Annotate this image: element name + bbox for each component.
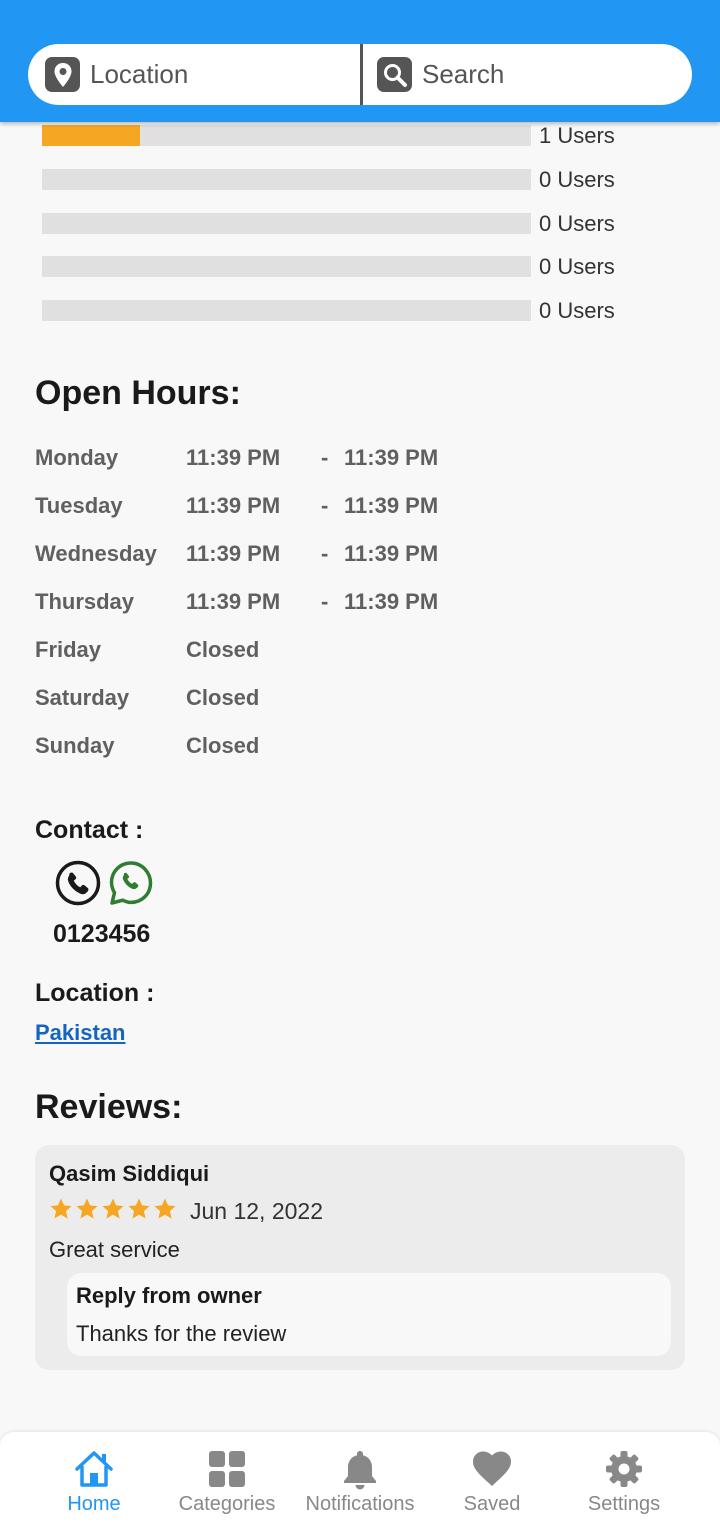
review-date: Jun 12, 2022 (190, 1198, 324, 1224)
hours-close: 11:39 PM (344, 541, 439, 566)
location-label: Location (90, 59, 189, 89)
reply-text: Thanks for the review (76, 1321, 287, 1346)
search-field[interactable]: Search (363, 44, 692, 105)
bell-icon (344, 1451, 376, 1490)
reviews-title: Reviews: (35, 1088, 183, 1126)
hours-open: 11:39 PM (186, 493, 281, 518)
hours-dash: - (321, 541, 329, 566)
rating-count: 0 Users (539, 167, 615, 192)
star-icon (50, 1198, 72, 1219)
phone-number: 0123456 (53, 920, 151, 948)
rating-bar-track (42, 213, 531, 234)
nav-label: Notifications (305, 1493, 415, 1515)
reviewer-name: Qasim Siddiqui (49, 1161, 210, 1186)
location-title: Location : (35, 979, 155, 1007)
hours-open: Closed (186, 637, 260, 662)
review-card: Qasim Siddiqui Jun 12, 2022 Great servic… (35, 1145, 685, 1370)
nav-saved[interactable]: Saved (426, 1432, 558, 1529)
rating-bar-row: 0 Users (42, 298, 642, 323)
location-pin-icon (45, 57, 80, 92)
hours-open: Closed (186, 685, 260, 710)
rating-count: 0 Users (539, 211, 615, 236)
hours-day: Saturday (35, 685, 130, 710)
search-bar: Location Search (28, 44, 692, 105)
hours-open: 11:39 PM (186, 445, 281, 470)
hours-day: Sunday (35, 733, 115, 758)
rating-bar-track (42, 125, 531, 146)
phone-call-icon[interactable] (55, 860, 101, 906)
rating-count: 1 Users (539, 123, 615, 148)
contact-title: Contact : (35, 816, 144, 844)
nav-label: Settings (587, 1493, 661, 1515)
hours-day: Tuesday (35, 493, 123, 518)
hours-close: 11:39 PM (344, 589, 439, 614)
hours-day: Wednesday (35, 541, 157, 566)
search-label: Search (422, 59, 505, 89)
rating-bar-fill (42, 125, 140, 146)
nav-settings[interactable]: Settings (558, 1432, 690, 1529)
nav-label: Categories (178, 1493, 276, 1515)
open-hours-title: Open Hours: (35, 374, 241, 412)
heart-icon (473, 1451, 511, 1486)
whatsapp-icon[interactable] (108, 860, 154, 906)
nav-label: Saved (463, 1493, 521, 1515)
grid-icon (209, 1451, 245, 1487)
nav-label: Home (67, 1493, 121, 1515)
star-icon (102, 1198, 124, 1219)
hours-dash: - (321, 493, 329, 518)
location-selector[interactable]: Location (28, 44, 360, 105)
rating-count: 0 Users (539, 254, 615, 279)
rating-bar-row: 0 Users (42, 167, 642, 192)
hours-day: Friday (35, 637, 102, 662)
bottom-navigation: Home Categories Notifications Saved Sett… (0, 1432, 720, 1529)
home-icon (75, 1451, 113, 1487)
star-icon (154, 1198, 176, 1219)
top-app-bar: Location Search (0, 0, 720, 122)
reply-title: Reply from owner (76, 1283, 262, 1308)
hours-open: 11:39 PM (186, 589, 281, 614)
star-icon (76, 1198, 98, 1219)
review-text: Great service (49, 1237, 180, 1262)
rating-bar-track (42, 256, 531, 277)
star-rating (49, 1197, 177, 1221)
hours-day: Thursday (35, 589, 135, 614)
rating-bar-track (42, 300, 531, 321)
rating-bar-track (42, 169, 531, 190)
star-icon (128, 1198, 150, 1219)
nav-home[interactable]: Home (28, 1432, 160, 1529)
hours-day: Monday (35, 445, 119, 470)
owner-reply: Reply from owner Thanks for the review (67, 1273, 671, 1356)
hours-close: 11:39 PM (344, 445, 439, 470)
hours-open: Closed (186, 733, 260, 758)
hours-open: 11:39 PM (186, 541, 281, 566)
nav-notifications[interactable]: Notifications (294, 1432, 426, 1529)
rating-count: 0 Users (539, 298, 615, 323)
location-link[interactable]: Pakistan (35, 1020, 126, 1046)
rating-bar-row: 0 Users (42, 254, 642, 279)
search-icon (377, 57, 412, 92)
hours-dash: - (321, 589, 329, 614)
rating-bar-row: 1 Users (42, 123, 642, 148)
hours-dash: - (321, 445, 329, 470)
nav-categories[interactable]: Categories (161, 1432, 293, 1529)
hours-close: 11:39 PM (344, 493, 439, 518)
rating-bar-row: 0 Users (42, 211, 642, 236)
gear-icon (606, 1451, 642, 1487)
